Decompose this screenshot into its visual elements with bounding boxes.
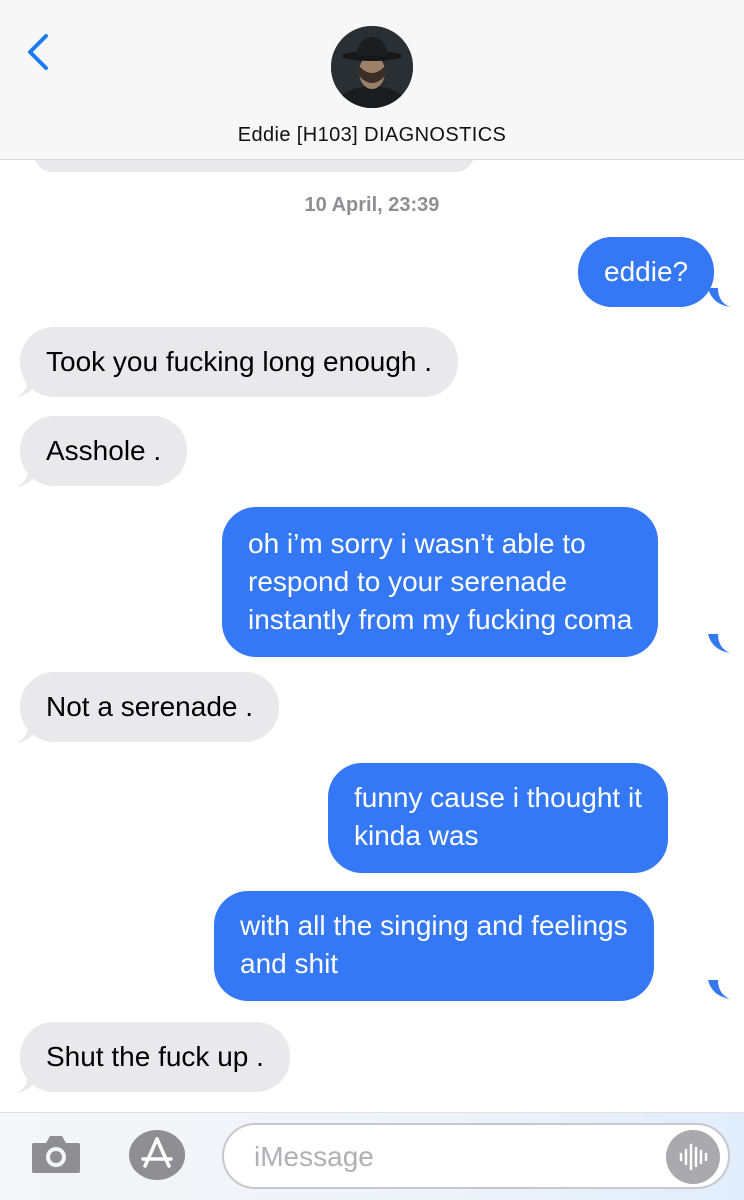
voice-message-button[interactable] [666, 1130, 720, 1184]
message-text-line: and shit [240, 948, 339, 979]
message-text: Not a serenade . [46, 691, 254, 722]
bubble-tail [16, 468, 38, 487]
contact-name[interactable]: Eddie [H103] DIAGNOSTICS [0, 124, 744, 147]
app-store-button[interactable] [124, 1128, 188, 1182]
message-bubble-incoming[interactable]: Not a serenade . [20, 672, 280, 742]
bubble-tail [708, 288, 730, 307]
avatar-photo [331, 26, 413, 108]
message-timestamp: 10 April, 23:39 [304, 194, 440, 216]
previous-message-bubble [34, 160, 474, 172]
bubble-tail [16, 724, 38, 743]
camera-icon [32, 1136, 80, 1173]
audio-waveform-icon [679, 1143, 708, 1171]
camera-button[interactable] [30, 1133, 82, 1175]
message-text-line: instantly from my fucking coma [248, 604, 633, 635]
message-input-field[interactable] [222, 1123, 730, 1189]
message-text: eddie? [604, 256, 689, 287]
bubble-tail [16, 378, 38, 397]
message-text: Asshole . [46, 435, 162, 466]
message-bubble-incoming[interactable]: Shut the fuck up . [20, 1022, 290, 1092]
message-text: Shut the fuck up . [46, 1041, 264, 1072]
message-bubble-outgoing[interactable]: eddie? [578, 237, 715, 307]
app-store-icon [129, 1130, 185, 1180]
message-text-line: funny cause i thought it [354, 782, 642, 813]
bubble-tail [708, 634, 730, 653]
contact-avatar[interactable] [331, 26, 413, 108]
message-bubble-incoming[interactable]: Took you fucking long enough . [20, 327, 459, 397]
imessage-input[interactable] [254, 1137, 654, 1177]
message-text-line: respond to your serenade [248, 566, 568, 597]
message-bubble-outgoing[interactable]: funny cause i thought it kinda was [328, 763, 668, 873]
message-text: Took you fucking long enough . [46, 346, 433, 377]
conversation-header: Eddie [H103] DIAGNOSTICS [0, 0, 744, 160]
bubble-tail [708, 980, 730, 999]
message-bubble-outgoing[interactable]: with all the singing and feelings and sh… [214, 891, 654, 1001]
message-bubble-outgoing[interactable]: oh i’m sorry i wasn’t able to respond to… [222, 507, 659, 657]
bubble-tail [16, 1074, 38, 1093]
message-text-line: oh i’m sorry i wasn’t able to [248, 528, 586, 559]
messages-screen: Eddie [H103] DIAGNOSTICS 10 April, 23:39… [0, 0, 744, 1200]
chevron-left-icon [28, 34, 48, 70]
message-text-line: with all the singing and feelings [240, 910, 628, 941]
message-text-line: kinda was [354, 820, 479, 851]
back-button[interactable] [22, 30, 58, 74]
message-bubble-incoming[interactable]: Asshole . [20, 416, 188, 486]
